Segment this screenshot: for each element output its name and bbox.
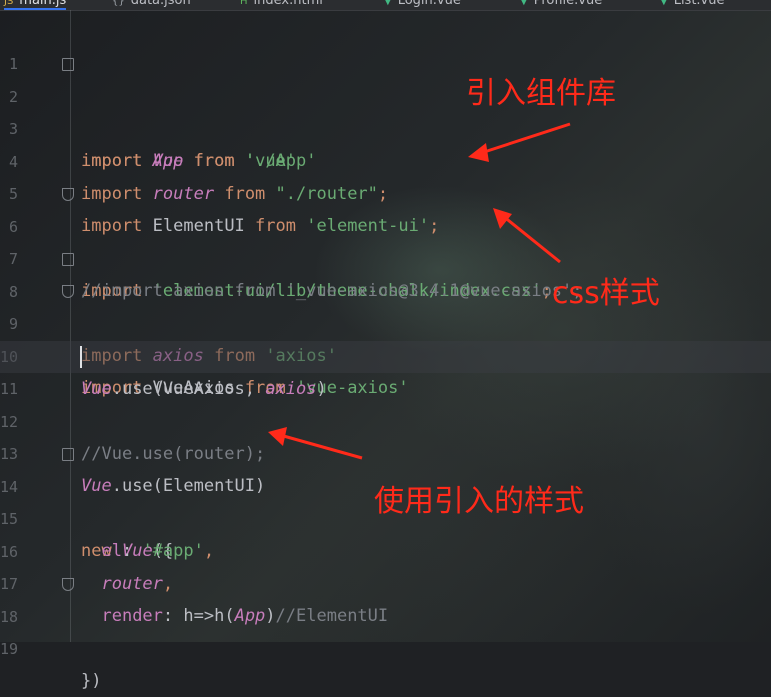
annotation-css-style: css样式 [552, 276, 660, 311]
code-text: }) [81, 671, 102, 691]
arrow-use-style [279, 433, 363, 460]
annotation-component-lib: 引入组件库 [466, 76, 616, 111]
arrow-head [468, 143, 489, 162]
arrow-head [493, 208, 512, 229]
annotation-use-style: 使用引入的样式 [374, 484, 584, 519]
arrow-css-style [502, 214, 561, 264]
arrow-component-lib [477, 122, 571, 156]
annotation-arrows [268, 122, 571, 460]
arrow-head [268, 427, 287, 446]
